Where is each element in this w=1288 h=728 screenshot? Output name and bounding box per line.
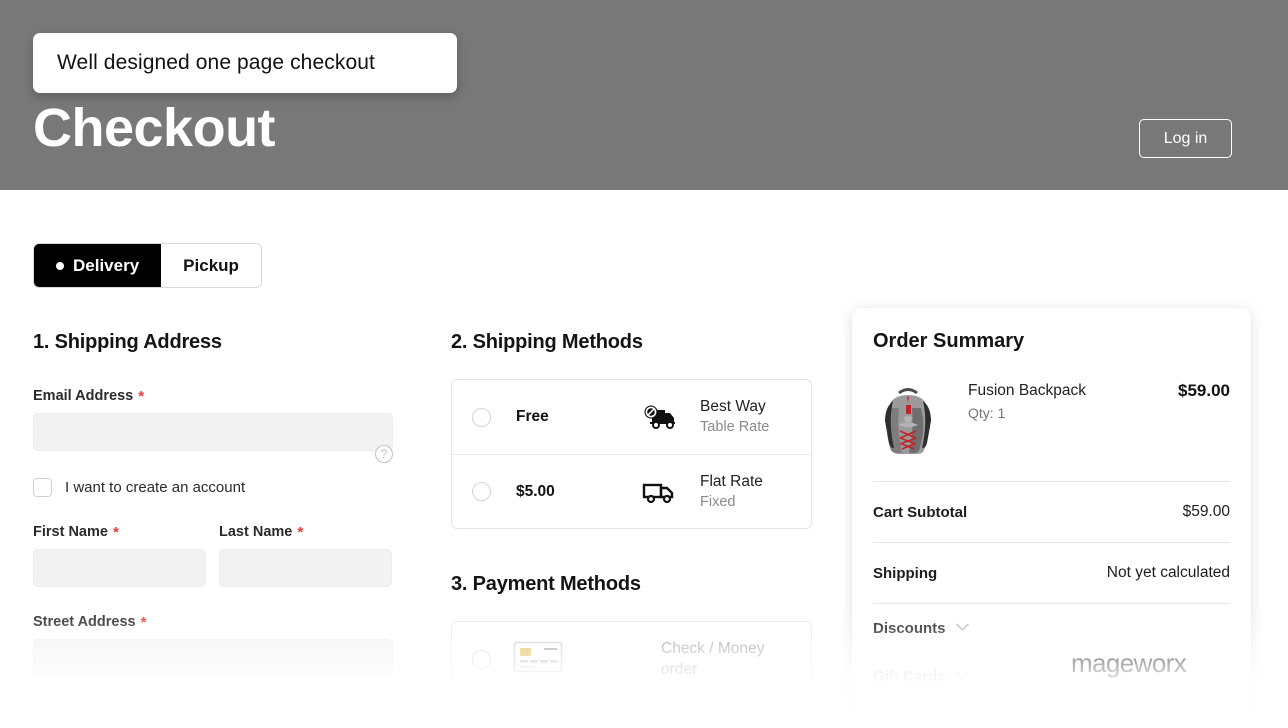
email-label-text: Email Address <box>33 388 134 404</box>
first-name-label-text: First Name <box>33 524 108 540</box>
backpack-image <box>873 381 943 459</box>
credit-card-icon <box>513 640 563 679</box>
shipping-method-option-flat[interactable]: $5.00 Flat Rate Fixed <box>452 454 811 528</box>
order-summary-product-info: Fusion Backpack Qty: 1 <box>968 381 1178 421</box>
gift-cards-label: Gift Cards <box>873 667 946 685</box>
chevron-down-icon <box>955 621 969 635</box>
street-address-group: Street Address * <box>33 614 393 677</box>
page-header: Well designed one page checkout Checkout… <box>0 0 1288 190</box>
required-asterisk: * <box>112 523 119 541</box>
tab-pickup-label: Pickup <box>183 255 239 275</box>
shipping-method-option-free[interactable]: Free Best Way Table Rate <box>452 380 811 454</box>
shipping-method-text: Flat Rate Fixed <box>700 472 763 512</box>
tab-delivery[interactable]: Delivery <box>34 244 162 287</box>
shipping-methods-list: Free Best Way Table Rate $5.00 Flat Rate… <box>451 379 812 529</box>
shipping-methods-title: 2. Shipping Methods <box>451 331 643 353</box>
shipping-total-label: Shipping <box>873 564 938 582</box>
last-name-label: Last Name * <box>219 524 392 540</box>
payment-method-option-check[interactable]: Check / Money order <box>452 622 811 696</box>
product-name: Fusion Backpack <box>968 382 1087 399</box>
page-title: Checkout <box>33 98 276 158</box>
radio-icon[interactable] <box>472 482 491 501</box>
shipping-method-sub: Fixed <box>700 493 736 510</box>
payment-method-name: Check / Money order <box>661 640 765 678</box>
email-field-group: Email Address * ? <box>33 388 393 463</box>
order-summary-title: Order Summary <box>873 330 1025 352</box>
tab-delivery-label: Delivery <box>73 255 140 275</box>
email-input[interactable] <box>33 413 393 451</box>
first-name-group: First Name * <box>33 524 206 587</box>
help-icon[interactable]: ? <box>375 445 393 463</box>
shipping-method-name: Best Way <box>700 398 766 415</box>
shipping-total-value: Not yet calculated <box>1106 564 1230 581</box>
radio-icon[interactable] <box>472 407 491 427</box>
selected-dot-icon <box>56 261 64 270</box>
last-name-group: Last Name * <box>219 524 392 587</box>
required-asterisk: * <box>297 523 304 541</box>
callout-tooltip: Well designed one page checkout <box>33 33 457 93</box>
delivery-mode-tabs: Delivery Pickup <box>33 243 262 288</box>
payment-methods-title: 3. Payment Methods <box>451 573 641 595</box>
street-address-label: Street Address * <box>33 614 393 630</box>
order-summary-panel: Order Summary Fusion Backpack Qty: 1 $59… <box>852 308 1251 728</box>
cart-subtotal-label: Cart Subtotal <box>873 503 968 521</box>
name-fields-row: First Name * Last Name * <box>33 524 393 587</box>
tab-pickup[interactable]: Pickup <box>161 244 261 287</box>
last-name-input[interactable] <box>219 549 392 587</box>
shipping-method-sub: Table Rate <box>700 419 770 435</box>
create-account-checkbox[interactable] <box>33 478 52 497</box>
shipping-method-price: $5.00 <box>516 482 555 500</box>
radio-icon[interactable] <box>472 649 491 669</box>
truck-icon <box>636 478 682 506</box>
first-name-label: First Name * <box>33 524 206 540</box>
shipping-method-price: Free <box>516 408 549 425</box>
payment-methods-list: Check / Money order <box>451 621 812 697</box>
shipping-method-text: Best Way Table Rate <box>700 397 769 437</box>
shipping-address-section: 1. Shipping Address Email Address * ? I … <box>33 331 393 677</box>
discounts-toggle[interactable]: Discounts <box>873 604 1230 652</box>
truck-free-icon <box>636 403 682 431</box>
discounts-label: Discounts <box>873 619 946 637</box>
street-address-input[interactable] <box>33 639 393 677</box>
shipping-total-row: Shipping Not yet calculated <box>873 543 1230 603</box>
create-account-row[interactable]: I want to create an account <box>33 478 393 497</box>
cart-subtotal-row: Cart Subtotal $59.00 <box>873 482 1230 542</box>
create-account-label: I want to create an account <box>65 479 246 496</box>
chevron-down-icon <box>955 669 969 683</box>
order-summary-product-row: Fusion Backpack Qty: 1 $59.00 <box>873 381 1230 459</box>
required-asterisk: * <box>138 387 145 405</box>
shipping-payment-section: 2. Shipping Methods Free Best Way Table … <box>451 331 812 697</box>
required-asterisk: * <box>140 613 147 631</box>
callout-text: Well designed one page checkout <box>57 51 375 74</box>
login-button[interactable]: Log in <box>1139 119 1232 158</box>
email-label: Email Address * <box>33 388 393 404</box>
mageworx-logo: mageworx <box>1071 648 1187 678</box>
shipping-address-title: 1. Shipping Address <box>33 331 222 353</box>
cart-subtotal-value: $59.00 <box>1182 503 1230 520</box>
first-name-input[interactable] <box>33 549 206 587</box>
last-name-label-text: Last Name <box>219 524 293 540</box>
product-qty: Qty: 1 <box>968 405 1006 421</box>
street-address-label-text: Street Address <box>33 614 136 630</box>
checkout-page: Well designed one page checkout Checkout… <box>0 0 1288 728</box>
shipping-method-name: Flat Rate <box>700 472 763 490</box>
product-price: $59.00 <box>1178 381 1230 400</box>
